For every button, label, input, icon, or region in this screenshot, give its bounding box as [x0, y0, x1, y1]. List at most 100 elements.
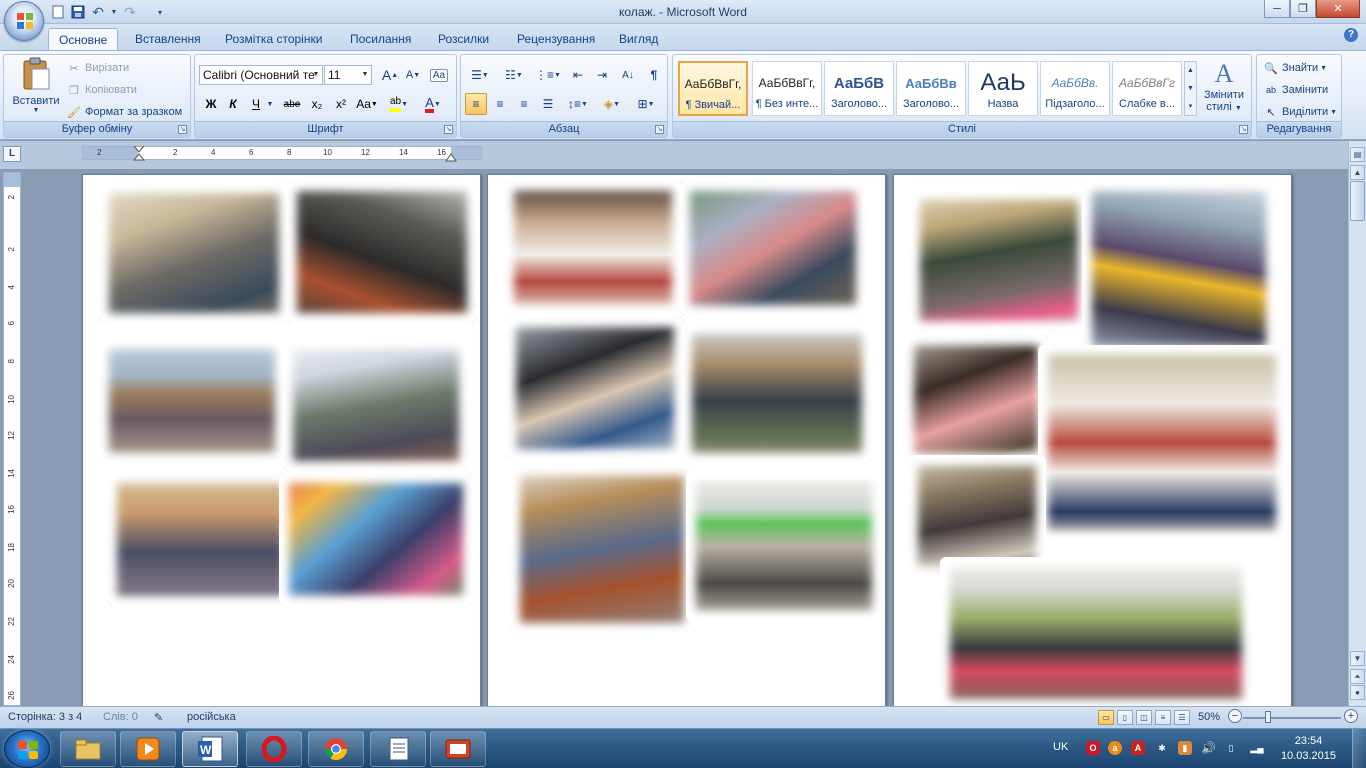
- outline-view-icon[interactable]: ≡: [1155, 710, 1171, 725]
- styles-scroll-down-icon[interactable]: ▼: [1185, 80, 1196, 98]
- collage-photo[interactable]: [506, 317, 684, 459]
- scroll-down-icon[interactable]: ▼: [1350, 651, 1365, 666]
- collage-photo[interactable]: [682, 323, 872, 463]
- tray-volume-icon[interactable]: 🔊: [1201, 741, 1216, 755]
- replace-button[interactable]: ab Замінити: [1263, 80, 1328, 100]
- collage-photo[interactable]: [1082, 181, 1276, 357]
- font-name-combo[interactable]: Calibri (Основний те ▼: [199, 65, 323, 85]
- borders-button[interactable]: ⊞ ▼: [631, 93, 661, 115]
- sort-button[interactable]: A↓: [617, 64, 639, 86]
- cut-button[interactable]: ✂ Вирізати: [66, 58, 129, 78]
- shading-button[interactable]: ◈ ▼: [597, 93, 627, 115]
- minimize-button[interactable]: ─: [1264, 0, 1290, 18]
- zoom-slider[interactable]: [1243, 717, 1341, 719]
- font-size-dropdown-icon[interactable]: ▼: [360, 67, 370, 83]
- collage-photo[interactable]: [1038, 345, 1286, 541]
- find-button[interactable]: 🔍 Знайти ▼: [1263, 58, 1327, 78]
- maximize-button[interactable]: ❐: [1290, 0, 1316, 18]
- reader-taskbar-button[interactable]: [370, 731, 426, 767]
- superscript-button[interactable]: x²: [330, 93, 352, 115]
- styles-launcher-icon[interactable]: ↘: [1239, 125, 1248, 134]
- collage-photo[interactable]: [283, 339, 469, 471]
- help-icon[interactable]: ?: [1344, 28, 1358, 42]
- styles-more-icon[interactable]: ▾: [1185, 98, 1196, 115]
- media-player-taskbar-button[interactable]: [120, 731, 176, 767]
- style-heading-2[interactable]: АаБбВв Заголово...: [896, 61, 966, 116]
- page-3[interactable]: [893, 174, 1292, 706]
- paste-button[interactable]: Вставити ▼: [8, 57, 64, 114]
- copy-button[interactable]: ❐ Копіювати: [66, 80, 137, 100]
- document-area[interactable]: [24, 169, 1348, 706]
- tray-network-icon[interactable]: ▂▄: [1250, 741, 1264, 755]
- increase-indent-button[interactable]: ⇥: [591, 64, 613, 86]
- collage-photo[interactable]: [504, 181, 682, 315]
- style-title[interactable]: АаЬ Назва: [968, 61, 1038, 116]
- tray-bluetooth-icon[interactable]: ✱: [1155, 741, 1169, 755]
- subscript-button[interactable]: x₂: [306, 93, 328, 115]
- tray-power-icon[interactable]: ▯: [1224, 741, 1238, 755]
- word-taskbar-button[interactable]: W: [182, 731, 238, 767]
- align-left-button[interactable]: ≡: [465, 93, 487, 115]
- change-styles-button[interactable]: A Змінити стилі ▼: [1199, 59, 1249, 113]
- zoom-out-button[interactable]: −: [1228, 709, 1242, 723]
- decrease-indent-button[interactable]: ⇤: [567, 64, 589, 86]
- style-subtle-emphasis[interactable]: АаБбВвГг Слабке в...: [1112, 61, 1182, 116]
- vertical-scrollbar[interactable]: ▤ ▲ ▼ ⏶ ●: [1348, 141, 1366, 706]
- font-color-button[interactable]: A ▼: [419, 93, 447, 115]
- collage-photo[interactable]: [99, 183, 289, 323]
- bullets-button[interactable]: ☰ ▼: [465, 64, 495, 86]
- full-screen-reading-icon[interactable]: ▯: [1117, 710, 1133, 725]
- indent-marker-icon[interactable]: [133, 146, 145, 162]
- tray-pdf-icon[interactable]: A: [1131, 741, 1145, 755]
- page-1[interactable]: [82, 174, 481, 706]
- horizontal-ruler[interactable]: 2 2 4 6 8 10 12 14 16: [82, 146, 482, 162]
- print-layout-view-icon[interactable]: ▭: [1098, 710, 1114, 725]
- show-desktop-button[interactable]: [1352, 729, 1366, 768]
- explorer-taskbar-button[interactable]: [60, 731, 116, 767]
- office-button[interactable]: [4, 1, 44, 41]
- zoom-level[interactable]: 50%: [1198, 711, 1220, 723]
- web-layout-icon[interactable]: ◫: [1136, 710, 1152, 725]
- opera-taskbar-button[interactable]: [246, 731, 302, 767]
- numbering-button[interactable]: ☷ ▼: [499, 64, 529, 86]
- select-browse-object-icon[interactable]: ●: [1350, 685, 1365, 700]
- tray-book-icon[interactable]: ▮: [1178, 741, 1192, 755]
- clear-formatting-button[interactable]: Aa: [428, 64, 450, 86]
- style-subtitle[interactable]: АаБбВв. Підзаголо...: [1040, 61, 1110, 116]
- align-right-button[interactable]: ≡: [513, 93, 535, 115]
- zoom-in-button[interactable]: +: [1344, 709, 1358, 723]
- word-count[interactable]: Слів: 0: [103, 711, 138, 723]
- right-indent-marker-icon[interactable]: [445, 153, 457, 162]
- paragraph-launcher-icon[interactable]: ↘: [655, 125, 664, 134]
- font-name-dropdown-icon[interactable]: ▼: [311, 67, 321, 83]
- collage-photo[interactable]: [686, 471, 882, 621]
- zoom-slider-thumb[interactable]: [1265, 711, 1271, 723]
- start-button[interactable]: [4, 730, 50, 768]
- collage-photo[interactable]: [279, 473, 473, 605]
- select-button[interactable]: ↖ Виділити ▼: [1263, 102, 1337, 122]
- style-heading-1[interactable]: АаБбВ Заголово...: [824, 61, 894, 116]
- powerpoint-taskbar-button[interactable]: [430, 731, 486, 767]
- shrink-font-button[interactable]: A ▼: [403, 64, 423, 86]
- style-normal[interactable]: АаБбВвГг, ¶ Звичай...: [678, 61, 748, 116]
- tray-opera-icon[interactable]: O: [1086, 741, 1100, 755]
- collage-photo[interactable]: [904, 335, 1048, 463]
- line-spacing-button[interactable]: ↕≡ ▼: [563, 93, 593, 115]
- font-size-combo[interactable]: 11 ▼: [324, 65, 372, 85]
- collage-photo[interactable]: [910, 189, 1088, 331]
- collage-photo[interactable]: [680, 181, 866, 315]
- highlight-button[interactable]: ab ▼: [385, 93, 413, 115]
- collage-photo[interactable]: [107, 473, 295, 605]
- justify-button[interactable]: ☰: [537, 93, 559, 115]
- tab-insert[interactable]: Вставлення: [125, 28, 211, 50]
- tab-view[interactable]: Вигляд: [609, 28, 668, 50]
- styles-scroll-up-icon[interactable]: ▲: [1185, 62, 1196, 80]
- chrome-taskbar-button[interactable]: [308, 731, 364, 767]
- tab-review[interactable]: Рецензування: [507, 28, 605, 50]
- style-no-spacing[interactable]: АаБбВвГг, ¶ Без инте...: [752, 61, 822, 116]
- collage-photo[interactable]: [99, 339, 285, 463]
- collage-photo[interactable]: [940, 557, 1252, 706]
- scroll-up-icon[interactable]: ▲: [1350, 165, 1365, 180]
- change-case-button[interactable]: Aa ▼: [355, 93, 379, 115]
- proofing-icon[interactable]: ✎: [154, 711, 163, 724]
